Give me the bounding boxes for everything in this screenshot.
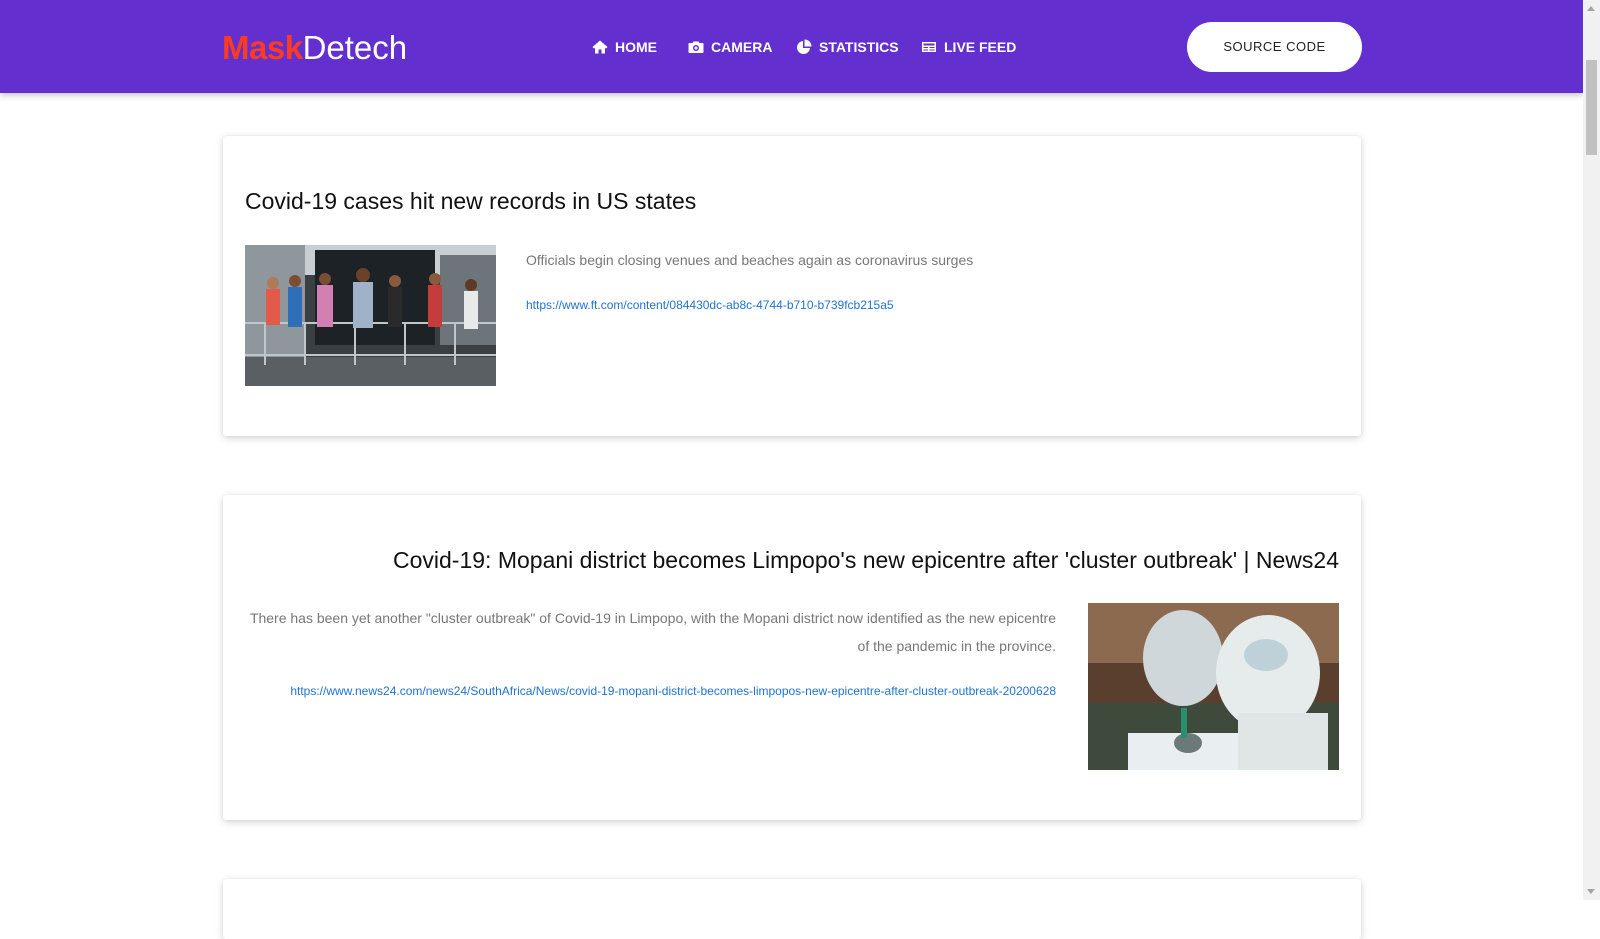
news-card: Covid-19 cases hit new records in US sta… [223,136,1361,436]
page-scrollbar[interactable] [1583,0,1600,900]
queue-photo-image [245,245,496,386]
article-link[interactable]: https://www.ft.com/content/084430dc-ab8c… [526,296,894,314]
brand-part-mask: Mask [222,29,303,66]
nav-home[interactable]: HOME [592,37,657,57]
article-description: There has been yet another "cluster outb… [249,610,1056,654]
nav-home-label: HOME [615,39,657,55]
article-description: Officials begin closing venues and beach… [526,252,974,268]
nav-camera-label: CAMERA [711,39,773,55]
article-thumbnail[interactable] [245,245,496,386]
brand-part-detech: Detech [302,29,408,66]
nav-statistics-label: STATISTICS [819,39,899,55]
nav-statistics[interactable]: STATISTICS [796,37,899,57]
scroll-up-arrow-icon[interactable] [1587,6,1595,11]
newspaper-icon [922,42,936,52]
nav-live-feed[interactable]: LIVE FEED [921,37,1016,57]
home-icon [592,40,608,54]
article-title: Covid-19: Mopani district becomes Limpop… [393,547,1339,573]
nav-live-feed-label: LIVE FEED [944,39,1017,55]
source-code-button[interactable]: SOURCE CODE [1187,22,1362,72]
article-title: Covid-19 cases hit new records in US sta… [245,188,697,214]
nav-camera[interactable]: CAMERA [688,37,772,57]
scrollbar-thumb[interactable] [1586,60,1597,155]
scroll-down-arrow-icon[interactable] [1587,889,1595,894]
article-thumbnail[interactable] [1088,603,1339,770]
pie-chart-icon [797,39,812,54]
top-navbar: MaskDetech HOME CAMERA STATISTICS LIVE F… [0,0,1583,93]
article-link[interactable]: https://www.news24.com/news24/SouthAfric… [290,682,1056,700]
health-worker-photo-image [1088,603,1339,770]
news-card: Covid-19: Mopani district becomes Limpop… [223,495,1361,820]
news-card [223,879,1361,939]
brand-logo[interactable]: MaskDetech [222,28,407,68]
camera-icon [688,41,704,53]
